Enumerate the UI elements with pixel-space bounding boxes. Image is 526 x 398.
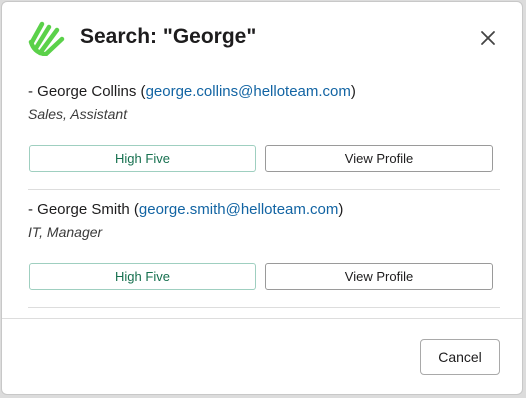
person-name: George Collins xyxy=(37,83,137,100)
view-profile-button[interactable]: View Profile xyxy=(265,263,493,290)
list-item: - George Smith (george.smith@helloteam.c… xyxy=(28,190,500,308)
name-prefix: - xyxy=(28,83,38,100)
person-line: - George Smith (george.smith@helloteam.c… xyxy=(28,201,344,218)
hand-wave-logo-icon xyxy=(28,21,65,56)
view-profile-button[interactable]: View Profile xyxy=(265,145,493,172)
name-prefix: - xyxy=(28,201,38,218)
person-name: George Smith xyxy=(37,201,130,218)
cancel-button[interactable]: Cancel xyxy=(420,339,500,375)
person-role: Sales, Assistant xyxy=(28,106,128,122)
person-email-link[interactable]: george.smith@helloteam.com xyxy=(139,201,338,218)
footer-divider xyxy=(2,318,522,319)
person-email-link[interactable]: george.collins@helloteam.com xyxy=(146,83,351,100)
dialog-title: Search: "George" xyxy=(80,25,257,48)
high-five-button[interactable]: High Five xyxy=(29,145,256,172)
close-icon[interactable] xyxy=(476,26,500,50)
results-list: - George Collins (george.collins@hellote… xyxy=(28,72,500,308)
high-five-button[interactable]: High Five xyxy=(29,263,256,290)
person-line: - George Collins (george.collins@hellote… xyxy=(28,83,356,100)
person-role: IT, Manager xyxy=(28,224,103,240)
list-item: - George Collins (george.collins@hellote… xyxy=(28,72,500,190)
dialog-header: Search: "George" xyxy=(28,20,498,56)
search-results-dialog: Search: "George" - George Collins (georg… xyxy=(1,1,523,395)
